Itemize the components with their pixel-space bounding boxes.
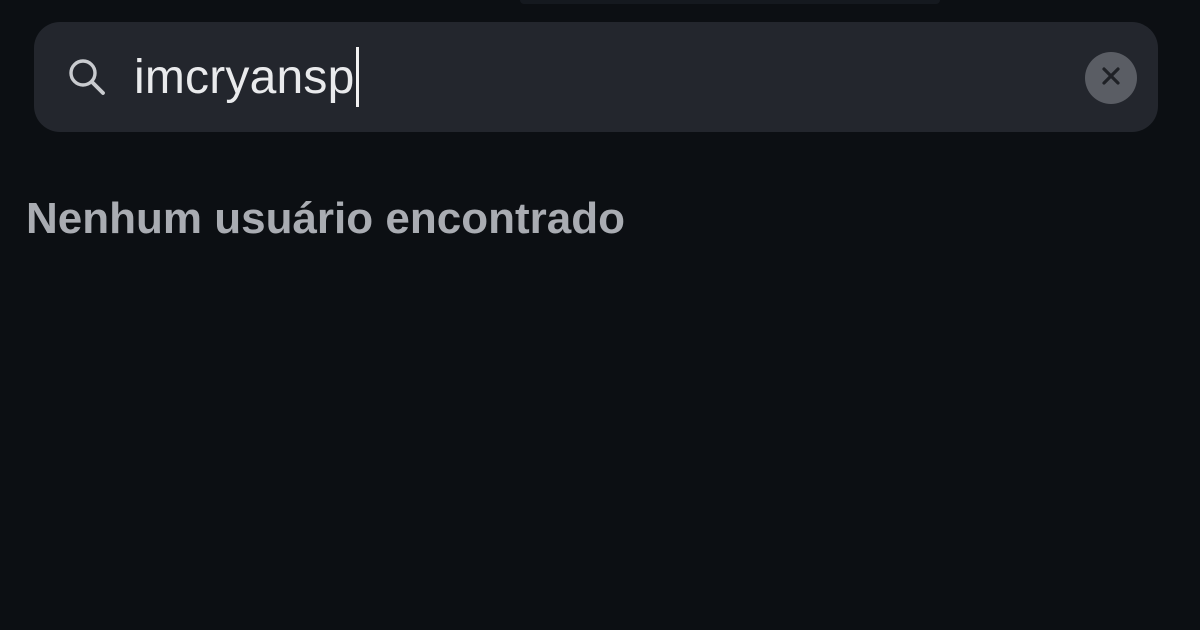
clear-search-button[interactable] — [1085, 52, 1137, 104]
text-cursor — [355, 47, 359, 107]
search-screen: imcryansp Nenhum usuário encontrado — [0, 0, 1200, 630]
search-icon — [64, 54, 110, 100]
search-query-text: imcryansp — [134, 50, 355, 104]
no-results-message: Nenhum usuário encontrado — [26, 194, 625, 243]
top-edge-divider — [520, 0, 940, 4]
search-input[interactable]: imcryansp — [134, 46, 1034, 108]
close-icon — [1099, 64, 1123, 93]
